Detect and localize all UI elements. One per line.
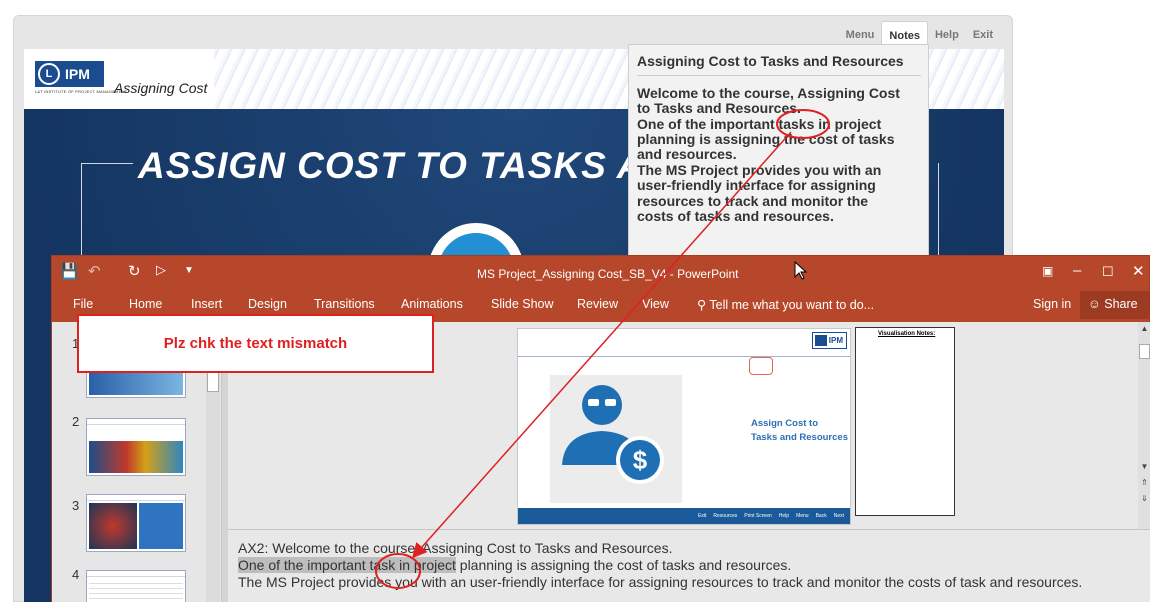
powerpoint-window: 💾 ↶ ↻ ▷ ▼ MS Project_Assigning Cost_SB_V… <box>51 255 1150 602</box>
scroll-thumb[interactable] <box>1139 344 1150 359</box>
previous-slide-icon[interactable]: ⇑ <box>1138 478 1150 487</box>
notes-text-line1: AX2: Welcome to the course, Assigning Co… <box>238 540 673 556</box>
svg-text:$: $ <box>633 445 648 475</box>
tab-design[interactable]: Design <box>248 297 287 311</box>
scroll-up-icon[interactable]: ▲ <box>1138 324 1150 333</box>
window-title: MS Project_Assigning Cost_SB_V4 - PowerP… <box>477 267 739 281</box>
cost-person-graphic: $ <box>550 375 682 503</box>
notes-line: costs of tasks and resources. <box>637 208 834 224</box>
tab-animations[interactable]: Animations <box>401 297 463 311</box>
notes-text-line2: One of the important task in project pla… <box>238 557 791 573</box>
notes-line: One of the important tasks in project <box>637 116 882 132</box>
tab-insert[interactable]: Insert <box>191 297 222 311</box>
share-label: Share <box>1104 297 1138 311</box>
visualisation-notes-box[interactable]: Visualisation Notes: <box>855 327 955 516</box>
person-icon: ☺ <box>1088 297 1101 311</box>
slide-canvas[interactable]: IPM $ Assign Cost to Tasks and Resources <box>517 328 851 525</box>
slide-title-line1: Assign Cost to <box>751 418 819 429</box>
tab-home[interactable]: Home <box>129 297 162 311</box>
slideshow-icon[interactable]: ▷ <box>156 262 166 278</box>
slide-number: 4 <box>72 567 80 582</box>
screen: Menu Notes Help Exit L IPM L&T INSTITUTE… <box>0 0 1150 602</box>
save-icon[interactable]: 💾 <box>60 262 79 280</box>
tell-me-box[interactable]: ⚲ Tell me what you want to do... <box>697 297 874 312</box>
slide-footer-bar: Exit Resources Print Screen Help Menu Ba… <box>518 508 850 524</box>
title-bar: 💾 ↶ ↻ ▷ ▼ MS Project_Assigning Cost_SB_V… <box>52 256 1149 288</box>
notes-line: resources to track and monitor the <box>637 193 869 209</box>
thumbnail-scrollbar[interactable] <box>206 362 220 602</box>
speech-bubble-icon <box>749 357 773 375</box>
help-tab[interactable]: Help <box>928 21 966 49</box>
footer-next: Next <box>833 513 844 519</box>
footer-menu: Menu <box>796 513 809 519</box>
slide-title-line2: Tasks and Resources <box>751 432 848 443</box>
slide-scrollbar[interactable]: ▲ ▼ ⇑ ⇓ <box>1138 322 1150 529</box>
next-slide-icon[interactable]: ⇓ <box>1138 494 1150 503</box>
notes-line: and resources. <box>637 146 737 162</box>
lightbulb-icon: ⚲ <box>697 298 707 312</box>
mouse-cursor-icon <box>794 261 808 280</box>
review-comment-text: Plz chk the text mismatch <box>163 335 348 352</box>
slide-number: 3 <box>72 498 80 513</box>
sign-in-link[interactable]: Sign in <box>1033 297 1071 311</box>
tab-view[interactable]: View <box>642 297 669 311</box>
logo-text: IPM <box>65 66 90 82</box>
notes-line: The MS Project provides you with an <box>637 162 882 178</box>
slide-number: 2 <box>72 414 80 429</box>
slide-thumbnail[interactable] <box>86 418 186 476</box>
tab-transitions[interactable]: Transitions <box>314 297 375 311</box>
notes-text-line3: The MS Project provides you with an user… <box>238 574 1083 590</box>
course-subtitle: Assigning Cost <box>114 80 208 96</box>
exit-tab[interactable]: Exit <box>966 21 1000 49</box>
tab-slide-show[interactable]: Slide Show <box>491 297 554 311</box>
lt-logo-icon: L <box>38 63 60 85</box>
tell-me-text: Tell me what you want to do... <box>709 298 875 312</box>
footer-help: Help <box>778 513 790 519</box>
notes-line: to Tasks and Resources. <box>637 100 801 116</box>
notes-line: user-friendly interface for assigning <box>637 177 876 193</box>
speaker-notes-pane[interactable]: AX2: Welcome to the course, Assigning Co… <box>228 529 1150 602</box>
slide-thumbnail[interactable] <box>86 494 186 552</box>
notes-popup: Assigning Cost to Tasks and Resources We… <box>628 44 929 258</box>
review-comment-callout: Plz chk the text mismatch <box>77 314 434 373</box>
maximize-icon[interactable]: ☐ <box>1102 264 1114 280</box>
minimize-icon[interactable]: – <box>1073 262 1081 279</box>
footer-exit: Exit <box>698 513 707 519</box>
tab-file[interactable]: File <box>73 297 93 311</box>
ribbon-display-icon[interactable]: ▣ <box>1042 264 1053 278</box>
tab-review[interactable]: Review <box>577 297 618 311</box>
ipm-logo: L IPM <box>35 61 104 87</box>
slide-logo: IPM <box>812 332 847 349</box>
close-icon[interactable]: ✕ <box>1132 262 1145 280</box>
notes-line: planning is assigning the cost of tasks <box>637 131 895 147</box>
footer-print-screen: Print Screen <box>744 513 772 519</box>
customize-qat-icon[interactable]: ▼ <box>184 265 194 276</box>
notes-line: Welcome to the course, Assigning Cost <box>637 85 900 101</box>
undo-icon[interactable]: ↶ <box>88 262 101 280</box>
footer-back: Back <box>815 513 827 519</box>
notes-text-rest: planning is assigning the cost of tasks … <box>455 557 792 573</box>
scroll-down-icon[interactable]: ▼ <box>1138 462 1150 471</box>
frame-line <box>81 163 133 164</box>
footer-resources: Resources <box>713 513 738 519</box>
course-slide-title: ASSIGN COST TO TASKS AN <box>138 145 673 186</box>
slide-thumbnail[interactable] <box>86 570 186 602</box>
highlighted-text: One of the important task in project <box>238 557 456 573</box>
share-button[interactable]: ☺ Share <box>1080 291 1150 319</box>
divider <box>637 75 921 76</box>
notes-popup-title: Assigning Cost to Tasks and Resources <box>637 53 904 69</box>
redo-icon[interactable]: ↻ <box>128 262 141 280</box>
visualisation-notes-label: Visualisation Notes: <box>878 331 936 337</box>
